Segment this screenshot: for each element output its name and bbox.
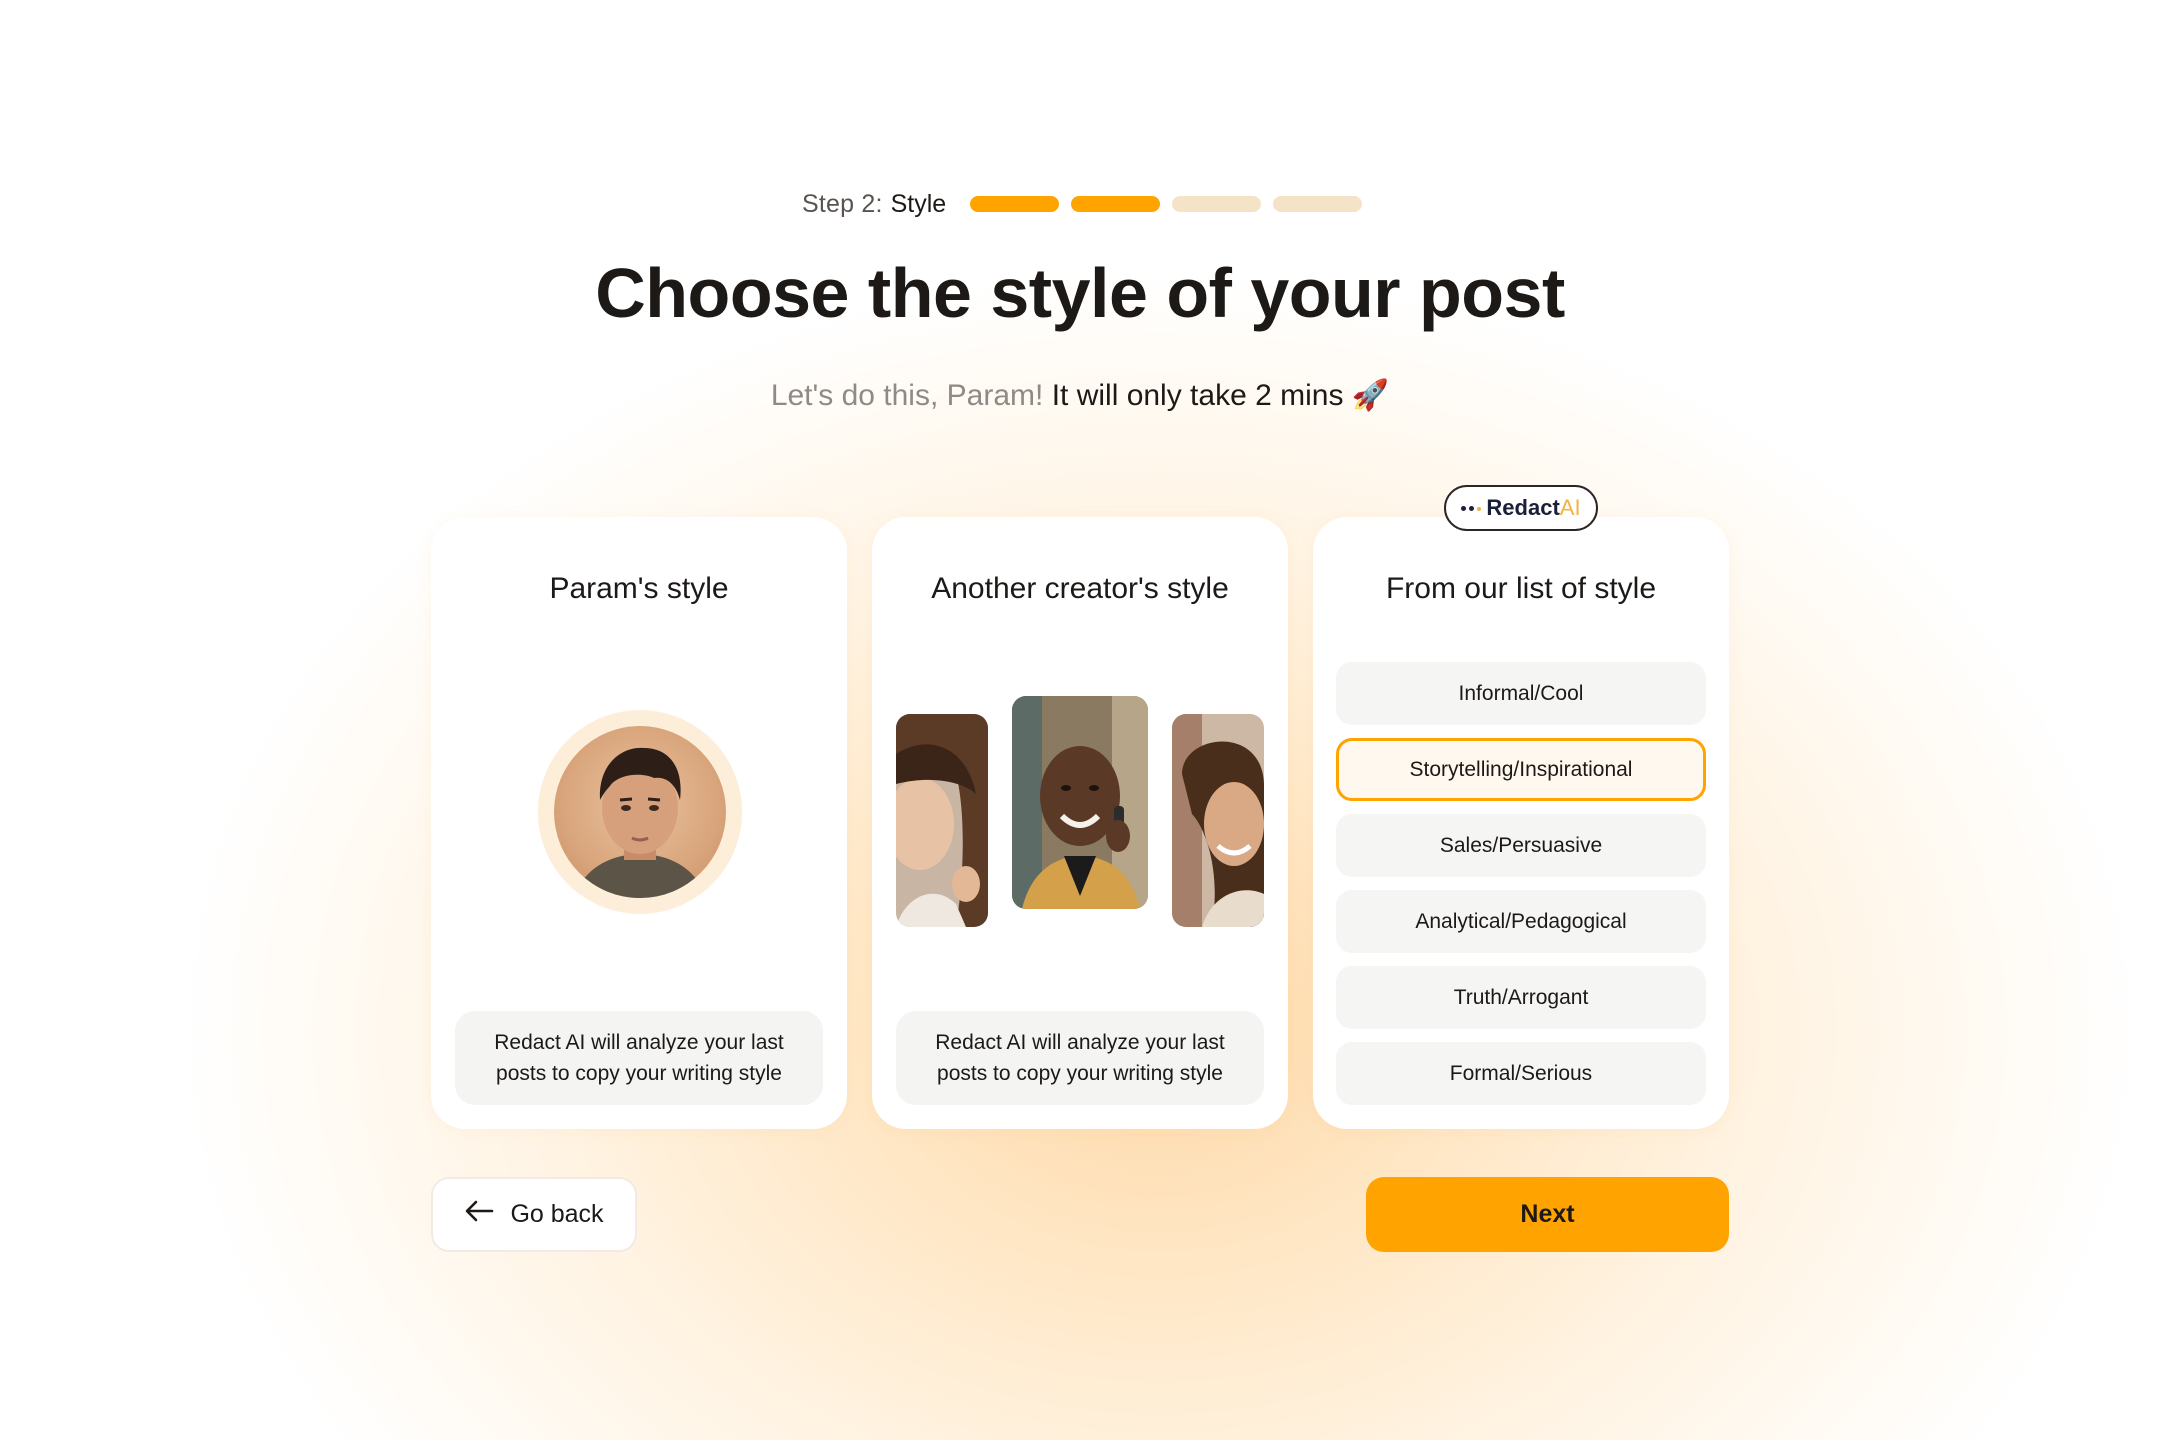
own-style-note: Redact AI will analyze your last posts t…: [455, 1011, 823, 1105]
progress-bar: [970, 196, 1363, 212]
subtitle-greeting: Let's do this, Param!: [770, 379, 1044, 412]
progress-step-1: [970, 196, 1060, 212]
badge-brand-suffix: AI: [1559, 495, 1581, 520]
page-title: Choose the style of your post: [595, 254, 1565, 332]
arrow-left-icon: [464, 1199, 494, 1230]
own-style-title: Param's style: [549, 572, 729, 605]
redactai-badge: Redact AI: [1444, 485, 1598, 531]
creator-photo-1: [896, 714, 988, 927]
creator-photo-3: [1172, 714, 1264, 927]
rocket-icon: 🚀: [1351, 379, 1390, 412]
own-style-card[interactable]: Param's style Redact AI will analyze you…: [431, 517, 847, 1129]
style-list-card: From our list of style Informal/Cool Sto…: [1313, 517, 1729, 1129]
creator-style-card[interactable]: Another creator's style Redact AI will a…: [872, 517, 1288, 1129]
step-name: Style: [890, 189, 947, 218]
style-options: Informal/Cool Storytelling/Inspirational…: [1336, 662, 1706, 1118]
subtitle-duration: It will only take 2 mins: [1051, 379, 1344, 412]
style-option-formal[interactable]: Formal/Serious: [1336, 1042, 1706, 1105]
step-indicator: Step 2: Style: [802, 187, 1363, 221]
style-list-title: From our list of style: [1385, 572, 1657, 605]
creator-photo-2: [1012, 696, 1148, 909]
style-option-storytelling[interactable]: Storytelling/Inspirational: [1336, 738, 1706, 801]
style-option-sales[interactable]: Sales/Persuasive: [1336, 814, 1706, 877]
avatar-portrait: [574, 747, 706, 898]
redactai-logo-icon: [1461, 505, 1482, 511]
step-label: Step 2:: [802, 189, 883, 218]
next-button[interactable]: Next: [1366, 1177, 1729, 1252]
badge-brand: Redact: [1486, 495, 1560, 520]
go-back-label: Go back: [510, 1200, 604, 1228]
style-option-informal[interactable]: Informal/Cool: [1336, 662, 1706, 725]
page-subtitle: Let's do this, Param! It will only take …: [0, 378, 2160, 413]
creator-style-title: Another creator's style: [931, 572, 1229, 605]
style-option-truth[interactable]: Truth/Arrogant: [1336, 966, 1706, 1029]
style-option-analytical[interactable]: Analytical/Pedagogical: [1336, 890, 1706, 953]
progress-step-2: [1071, 196, 1161, 212]
progress-step-3: [1172, 196, 1262, 212]
progress-step-4: [1273, 196, 1363, 212]
go-back-button[interactable]: Go back: [431, 1177, 637, 1252]
avatar: [554, 726, 726, 898]
creator-style-note: Redact AI will analyze your last posts t…: [896, 1011, 1264, 1105]
avatar-ring: [538, 710, 742, 914]
